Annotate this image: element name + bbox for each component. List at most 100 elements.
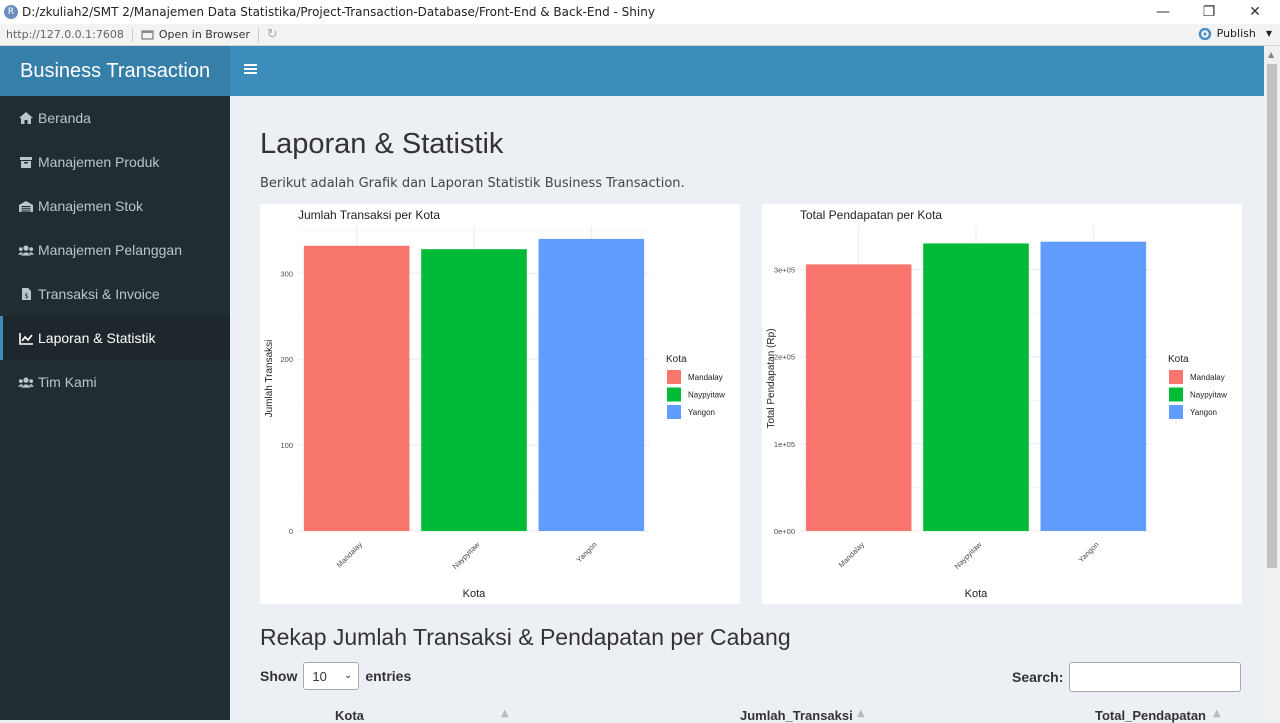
bar-naypyitaw bbox=[923, 243, 1029, 531]
legend-swatch-yangon bbox=[667, 405, 681, 419]
y-tick-label: 0 bbox=[289, 527, 293, 536]
chevron-down-icon: ▼ bbox=[1265, 29, 1272, 38]
search-input[interactable] bbox=[1069, 662, 1242, 692]
publish-button[interactable]: Publish ▼ bbox=[1197, 27, 1272, 40]
search-label: Search: bbox=[1012, 669, 1064, 685]
bar-mandalay bbox=[805, 264, 912, 531]
x-tick-label: Yangon bbox=[574, 540, 598, 564]
y-axis-label: Jumlah Transaksi bbox=[264, 340, 275, 418]
legend-label: Naypyitaw bbox=[688, 391, 725, 400]
y-tick-label: 2e+05 bbox=[774, 353, 795, 362]
y-tick-label: 300 bbox=[280, 269, 293, 278]
column-header-kota[interactable]: Kota bbox=[335, 708, 364, 723]
users-icon bbox=[18, 243, 34, 257]
y-axis-label: Total Pendapatan (Rp) bbox=[766, 328, 777, 428]
x-axis-label: Kota bbox=[965, 588, 989, 600]
sidebar-item-manajemen-pelanggan[interactable]: Manajemen Pelanggan bbox=[0, 228, 230, 272]
sidebar-item-label: Transaksi & Invoice bbox=[38, 286, 160, 302]
sidebar-item-label: Manajemen Stok bbox=[38, 198, 144, 214]
bar-yangon bbox=[538, 238, 645, 531]
legend-title: Kota bbox=[1168, 354, 1189, 365]
scrollbar-thumb[interactable] bbox=[1267, 64, 1277, 568]
url-text: http://127.0.0.1:7608 bbox=[6, 28, 124, 41]
transactions-chart-panel: 0 100 200 300 Mandalay Naypyitaw Yangon Jumlah … bbox=[260, 204, 740, 604]
x-tick-label: Mandalay bbox=[335, 540, 365, 570]
bar-naypyitaw bbox=[421, 249, 527, 531]
revenue-chart-panel: 0e+00 1e+05 2e+05 3e+05 Mandalay Naypyitaw Yan… bbox=[762, 204, 1242, 604]
sidebar-item-tim-kami[interactable]: Tim Kami bbox=[0, 360, 230, 404]
y-tick-label: 100 bbox=[280, 441, 293, 450]
top-navbar bbox=[230, 46, 1264, 96]
scroll-up-icon[interactable]: ▲ bbox=[1268, 50, 1274, 59]
x-tick-label: Mandalay bbox=[837, 540, 867, 570]
entries-select-value: 10 bbox=[312, 668, 327, 684]
sidebar-item-manajemen-produk[interactable]: Manajemen Produk bbox=[0, 140, 230, 184]
open-in-browser-button[interactable]: Open in Browser bbox=[141, 28, 250, 41]
chart-title: Total Pendapatan per Kota bbox=[800, 208, 942, 222]
sort-icon[interactable]: ▲ bbox=[857, 708, 865, 719]
sidebar-toggle-button[interactable] bbox=[244, 60, 260, 80]
page-title: Laporan & Statistik bbox=[260, 128, 504, 160]
revenue-bar-chart: 0e+00 1e+05 2e+05 3e+05 Mandalay Naypyitaw Yan… bbox=[766, 208, 1227, 600]
x-axis-label: Kota bbox=[463, 588, 487, 600]
show-label: Show bbox=[260, 668, 298, 684]
entries-select[interactable]: 10 ⌄ bbox=[303, 662, 360, 690]
inventory-icon bbox=[18, 199, 34, 213]
sidebar-item-label: Laporan & Statistik bbox=[38, 330, 156, 346]
bar-mandalay bbox=[303, 245, 410, 531]
open-in-browser-label: Open in Browser bbox=[158, 28, 250, 41]
sidebar-item-transaksi-invoice[interactable]: $ Transaksi & Invoice bbox=[0, 272, 230, 316]
sort-icon[interactable]: ▲ bbox=[1213, 708, 1221, 719]
window-title: D:/zkuliah2/SMT 2/Manajemen Data Statist… bbox=[22, 5, 655, 19]
brand-logo[interactable]: Business Transaction bbox=[0, 46, 230, 96]
refresh-icon[interactable]: ↻ bbox=[267, 27, 278, 42]
sidebar-item-beranda[interactable]: Beranda bbox=[0, 96, 230, 140]
legend-swatch-mandalay bbox=[667, 370, 681, 384]
viewer-toolbar: http://127.0.0.1:7608 Open in Browser ↻ … bbox=[0, 24, 1280, 46]
legend-title: Kota bbox=[666, 354, 687, 365]
close-button[interactable]: ✕ bbox=[1232, 0, 1278, 24]
window-titlebar: R D:/zkuliah2/SMT 2/Manajemen Data Stati… bbox=[0, 0, 1280, 24]
legend-swatch-naypyitaw bbox=[1169, 387, 1183, 402]
legend-swatch-mandalay bbox=[1169, 370, 1183, 384]
column-header-total-pendapatan[interactable]: Total_Pendapatan bbox=[1095, 708, 1206, 723]
sidebar-item-label: Manajemen Pelanggan bbox=[38, 242, 182, 258]
table-section-title: Rekap Jumlah Transaksi & Pendapatan per … bbox=[260, 624, 791, 650]
y-tick-label: 0e+00 bbox=[774, 527, 795, 536]
toolbar-divider bbox=[131, 27, 133, 42]
minimize-button[interactable]: — bbox=[1140, 0, 1186, 24]
y-tick-label: 200 bbox=[280, 355, 293, 364]
sidebar-item-manajemen-stok[interactable]: Manajemen Stok bbox=[0, 184, 230, 228]
main-content: Laporan & Statistik Berikut adalah Grafi… bbox=[230, 96, 1264, 723]
svg-text:$: $ bbox=[24, 292, 28, 300]
sidebar-item-laporan-statistik[interactable]: Laporan & Statistik bbox=[0, 316, 230, 360]
page-scrollbar[interactable]: ▲ bbox=[1264, 46, 1280, 720]
r-app-icon: R bbox=[4, 5, 18, 19]
page-subtitle: Berikut adalah Grafik dan Laporan Statis… bbox=[260, 176, 685, 191]
publish-icon bbox=[1198, 27, 1211, 40]
entries-label: entries bbox=[365, 668, 412, 684]
column-header-jumlah-transaksi[interactable]: Jumlah_Transaksi bbox=[740, 708, 853, 723]
legend-label: Mandalay bbox=[688, 373, 723, 382]
box-icon bbox=[18, 155, 34, 169]
publish-label: Publish bbox=[1216, 27, 1256, 40]
team-icon bbox=[18, 375, 34, 389]
sidebar-item-label: Manajemen Produk bbox=[38, 154, 160, 170]
x-tick-label: Yangon bbox=[1076, 540, 1100, 564]
legend-swatch-yangon bbox=[1169, 405, 1183, 419]
legend-label: Mandalay bbox=[1190, 373, 1225, 382]
sort-icon[interactable]: ▲ bbox=[501, 708, 509, 719]
open-browser-icon bbox=[141, 30, 154, 39]
x-tick-label: Naypyitaw bbox=[953, 540, 984, 571]
y-tick-label: 3e+05 bbox=[774, 266, 795, 275]
sidebar-item-label: Beranda bbox=[38, 110, 91, 126]
legend-swatch-naypyitaw bbox=[667, 387, 681, 402]
toolbar-divider bbox=[257, 27, 259, 42]
line-chart-icon bbox=[18, 331, 34, 345]
bar-yangon bbox=[1040, 241, 1147, 531]
y-tick-label: 1e+05 bbox=[774, 440, 795, 449]
hamburger-icon bbox=[244, 64, 257, 74]
invoice-icon: $ bbox=[18, 287, 34, 301]
maximize-button[interactable]: ❐ bbox=[1186, 0, 1232, 24]
sidebar-item-label: Tim Kami bbox=[38, 374, 97, 390]
